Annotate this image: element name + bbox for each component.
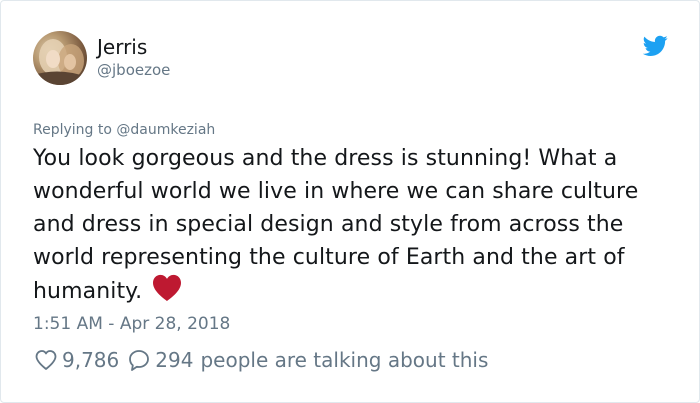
replying-to[interactable]: Replying to @daumkeziah [33,120,215,140]
twitter-bird-icon[interactable] [643,35,668,57]
avatar[interactable] [33,31,87,85]
red-heart-emoji-icon [153,274,182,302]
tweet-card: Jerris @jboezoe Replying to @daumkeziah … [0,0,700,403]
tweet-text-container: You look gorgeous and the dress is stunn… [33,142,673,308]
display-name[interactable]: Jerris [97,35,170,59]
like-count[interactable]: 9,786 [62,347,119,373]
avatar-photo [33,39,87,85]
tweet-timestamp[interactable]: 1:51 AM - Apr 28, 2018 [33,313,230,335]
talking-about-text[interactable]: people are talking about this [200,347,488,373]
user-names: Jerris @jboezoe [97,35,170,80]
tweet-header: Jerris @jboezoe [33,31,170,85]
reply-count[interactable]: 294 [155,347,193,373]
engagement-bar: 9,786 294 people are talking about this [34,347,488,373]
user-handle[interactable]: @jboezoe [97,60,170,80]
tweet-text: You look gorgeous and the dress is stunn… [33,146,639,304]
speech-bubble-icon[interactable] [127,348,151,372]
heart-outline-icon[interactable] [34,348,58,372]
